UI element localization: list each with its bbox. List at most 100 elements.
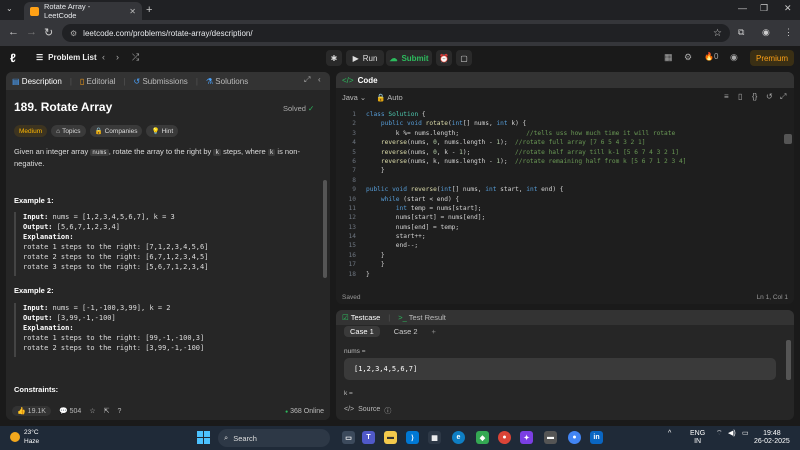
code-scrollbar[interactable] [784,134,792,144]
browser-tab[interactable]: Rotate Array - LeetCode ✕ [24,2,142,20]
clock[interactable]: 19:48 26-02-2025 [754,430,790,446]
app-icon[interactable]: ◆ [476,431,489,444]
linkedin-icon[interactable]: in [590,431,603,444]
add-case-icon[interactable]: + [432,327,436,336]
topics-chip[interactable]: ⌂ Topics [51,125,86,137]
tab-description[interactable]: ▤ Description [12,77,62,86]
task-view-icon[interactable]: ▭ [342,431,355,444]
case-2-tab[interactable]: Case 2 [388,326,424,337]
difficulty-badge[interactable]: Medium [14,125,48,137]
lock-icon: 🔒 [94,128,103,135]
site-info-icon[interactable]: ⚙ [70,29,77,38]
url-field[interactable]: ⚙ leetcode.com/problems/rotate-array/des… [62,24,730,42]
debug-button[interactable]: ✱ [326,50,342,66]
streak-counter[interactable]: 🔥0 [704,52,718,61]
tab-test-result[interactable]: >_ Test Result [398,313,446,322]
cursor-position: Ln 1, Col 1 [756,293,788,301]
premium-button[interactable]: Premium [750,50,794,66]
notes-button[interactable]: ▢ [456,50,472,66]
tab-editorial[interactable]: ▯ Editorial [80,77,116,86]
like-button[interactable]: 👍 19.1K [12,406,51,416]
profile-avatar-icon[interactable]: ◉ [762,27,770,38]
copilot-icon[interactable]: ✦ [520,431,533,444]
teams-icon[interactable]: T [362,431,375,444]
chrome-icon[interactable]: ● [498,431,511,444]
case-1-tab[interactable]: Case 1 [344,326,380,337]
comments-button[interactable]: 💬 504 [59,407,81,415]
store-icon[interactable]: ▦ [428,431,441,444]
close-tab-icon[interactable]: ✕ [129,7,136,16]
volume-icon[interactable]: ◀) [728,430,736,438]
taskbar-search[interactable]: ⌕ Search [218,429,330,447]
comment-icon: 💬 [58,408,68,415]
close-window-icon[interactable]: ✕ [784,3,792,14]
edge-icon[interactable]: e [452,431,465,444]
collapse-panel-icon[interactable]: ‹ [318,75,321,84]
file-explorer-icon[interactable]: ▬ [384,431,397,444]
code-brackets-icon: </> [344,406,355,413]
share-icon[interactable]: ⇱ [104,407,110,415]
battery-icon[interactable]: ▭ [742,430,749,438]
fullscreen-icon[interactable]: ⤢ [780,92,786,102]
auto-mode-toggle[interactable]: 🔒 Auto [376,93,402,102]
reset-icon[interactable]: ↺ [766,92,773,101]
weather-widget[interactable]: 23°C Haze [10,428,39,446]
flask-icon: ⚗ [205,76,214,86]
leetcode-logo-icon[interactable]: ℓ [10,51,22,65]
back-icon[interactable]: ← [8,26,19,38]
constraints-heading: Constraints: [14,385,59,394]
language-select[interactable]: Java ⌄ [342,93,366,102]
wifi-icon[interactable]: ⌔ [716,430,723,438]
explanation-line: rotate 1 steps to the right: [99,-1,-100… [23,334,205,342]
search-icon: ⌕ [224,433,229,442]
braces-icon[interactable]: {} [752,92,757,101]
tab-search-icon[interactable]: ⌄ [6,4,13,13]
explanation-line: rotate 1 steps to the right: [7,1,2,3,4,… [23,243,209,251]
explanation-line: rotate 2 steps to the right: [6,7,1,2,3,… [23,253,209,261]
tab-testcase[interactable]: ☑ Testcase [342,313,380,322]
testcase-scrollbar[interactable] [786,340,791,380]
next-problem-icon[interactable]: › [116,52,119,62]
fire-icon: 🔥 [704,52,714,61]
bug-icon: ✱ [330,53,338,63]
language-indicator[interactable]: ENG IN [690,430,705,446]
reload-icon[interactable]: ↻ [44,26,53,39]
tray-overflow-icon[interactable]: ^ [668,430,671,438]
code-area[interactable]: 1 class Solution { 2 public void rotate(i… [336,110,794,279]
extensions-icon[interactable]: ⧉ [738,27,744,38]
shuffle-icon[interactable]: ⤮ [132,52,139,63]
companies-chip[interactable]: 🔒 Companies [89,125,143,137]
format-icon[interactable]: ≡ [724,92,729,101]
bookmark-star-icon[interactable]: ☆ [713,28,722,39]
terminal-icon: >_ [398,313,407,322]
description-scrollbar[interactable] [323,180,327,278]
nums-input[interactable]: [1,2,3,4,5,6,7] [344,358,776,380]
minimize-icon[interactable]: — [738,3,747,13]
problem-list-link[interactable]: ☰ Problem List [36,53,97,62]
run-button[interactable]: ▶ Run [346,50,384,66]
submit-button[interactable]: ☁ Submit [386,50,432,66]
new-tab-icon[interactable]: + [146,4,152,16]
favorite-star-icon[interactable]: ☆ [89,407,95,415]
app-icon-2[interactable]: ▬ [544,431,557,444]
tab-solutions[interactable]: ⚗ Solutions [206,77,248,86]
chrome-profile-icon[interactable]: ● [568,431,581,444]
prev-problem-icon[interactable]: ‹ [102,52,105,62]
source-toggle[interactable]: </> Source ⓘ [344,406,391,416]
user-avatar[interactable]: ◉ [730,52,738,63]
settings-gear-icon[interactable]: ⚙ [684,52,692,63]
windows-start-icon[interactable] [197,431,210,444]
forward-icon[interactable]: → [26,26,37,38]
example-1-block: Input: nums = [1,2,3,4,5,6,7], k = 3 Out… [14,212,314,276]
layout-icon[interactable]: ▦ [664,52,673,63]
bookmark-icon[interactable]: ▯ [738,92,742,101]
timer-button[interactable]: ⏰ [436,50,452,66]
code-editor-panel: </> Code Java ⌄ 🔒 Auto ≡ ▯ {} ↺ ⤢ 1 class… [336,72,794,304]
maximize-panel-icon[interactable]: ⤢ [304,75,310,85]
vscode-icon[interactable]: ⟩ [406,431,419,444]
hint-chip[interactable]: 💡 Hint [146,125,179,137]
maximize-icon[interactable]: ❐ [760,3,768,14]
help-icon[interactable]: ? [117,408,121,415]
tab-submissions[interactable]: ↺ Submissions [134,77,188,86]
chrome-menu-icon[interactable]: ⋮ [784,27,793,38]
